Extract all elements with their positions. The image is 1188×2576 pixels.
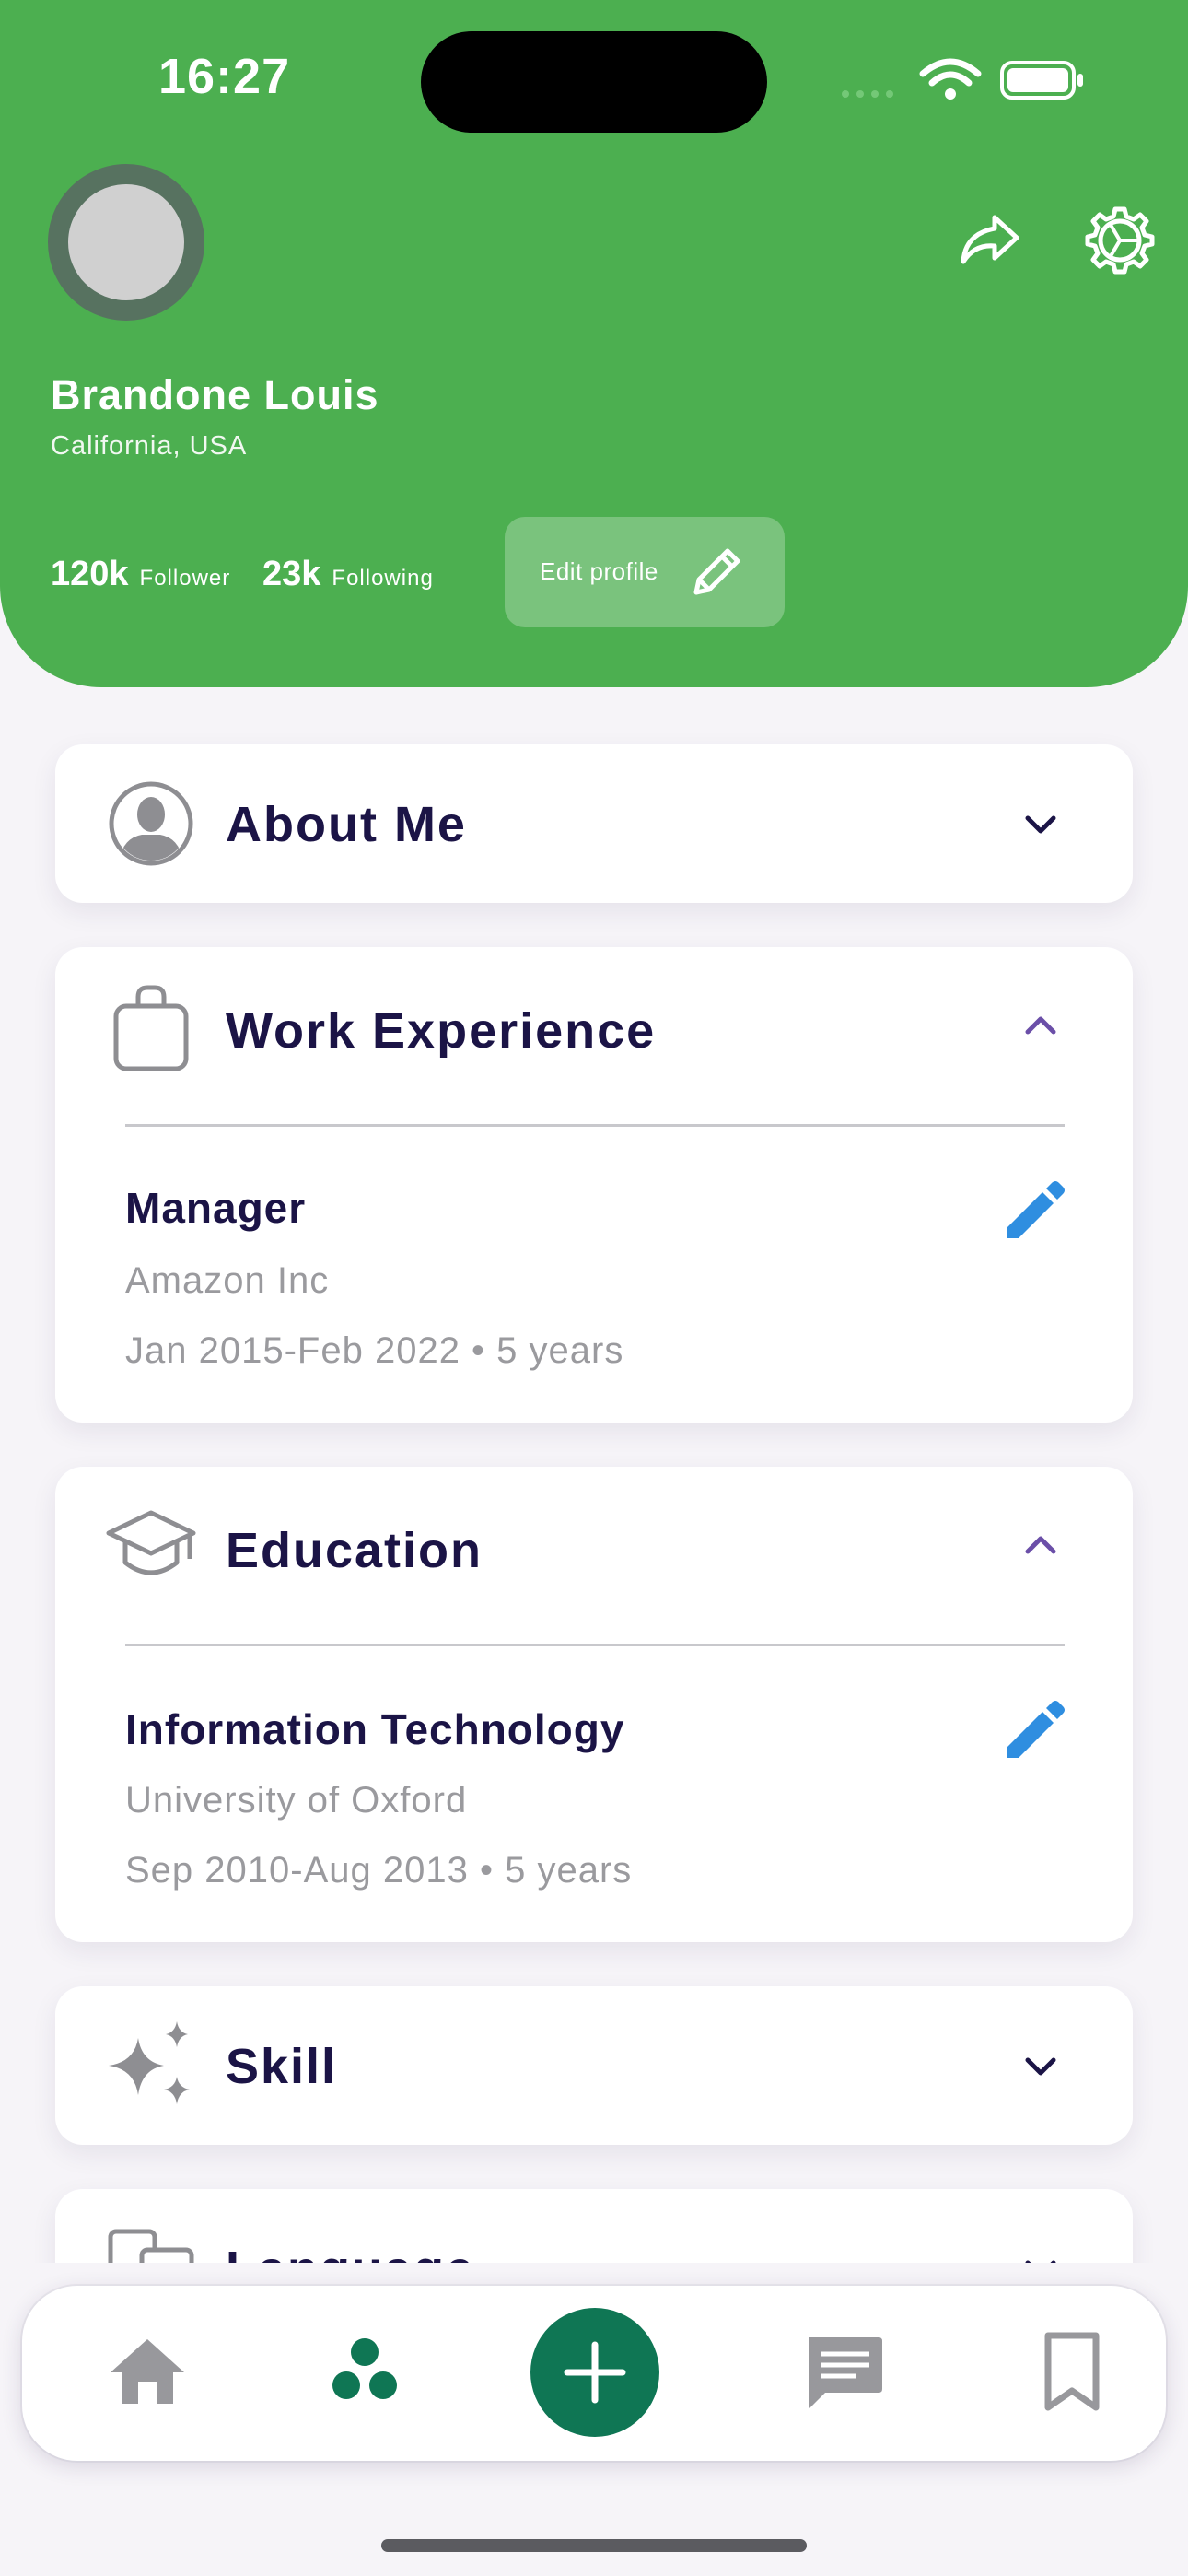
chevron-up-icon[interactable] (1013, 999, 1068, 1054)
add-icon (564, 2341, 626, 2404)
community-icon[interactable] (319, 2324, 411, 2417)
edit-profile-button[interactable]: Edit profile (505, 517, 785, 627)
work-experience-card: Work Experience Manager Amazon Inc Jan 2… (55, 947, 1133, 1423)
chevron-up-icon[interactable] (1013, 1518, 1068, 1574)
skill-card[interactable]: Skill (55, 1986, 1133, 2145)
followers-count: 120k (51, 555, 129, 593)
edit-work-icon[interactable] (996, 1176, 1070, 1249)
profile-location: California, USA (51, 431, 248, 461)
person-icon (109, 781, 193, 866)
study-period: Sep 2010-Aug 2013 • 5 years (125, 1850, 633, 1891)
edit-education-icon[interactable] (996, 1695, 1070, 1769)
school-name: University of Oxford (125, 1780, 468, 1821)
dynamic-island (421, 31, 767, 133)
job-period: Jan 2015-Feb 2022 • 5 years (125, 1330, 624, 1371)
education-card: Education Information Technology Univers… (55, 1467, 1133, 1942)
profile-name: Brandone Louis (51, 371, 379, 418)
divider (125, 1644, 1065, 1646)
followers-stat[interactable]: 120k Follower (51, 555, 230, 594)
status-icons (842, 58, 1083, 100)
education-title: Education (226, 1523, 483, 1578)
company-name: Amazon Inc (125, 1260, 330, 1301)
status-time: 16:27 (158, 49, 291, 104)
chevron-down-icon[interactable] (1013, 2038, 1068, 2093)
sparkle-icon (109, 2021, 190, 2104)
avatar[interactable] (48, 164, 204, 321)
skill-title: Skill (226, 2039, 338, 2094)
chevron-down-icon[interactable] (1013, 796, 1068, 851)
edit-profile-label: Edit profile (540, 557, 658, 585)
following-count: 23k (262, 555, 321, 593)
degree-field: Information Technology (125, 1705, 625, 1753)
briefcase-icon (113, 985, 189, 1071)
followers-label: Follower (139, 566, 231, 591)
following-label: Following (332, 566, 434, 591)
profile-header: 16:27 Brandone Louis California, USA 120… (0, 0, 1188, 687)
work-experience-title: Work Experience (226, 1003, 657, 1059)
following-stat[interactable]: 23k Following (262, 555, 434, 594)
home-icon[interactable] (101, 2324, 193, 2417)
settings-icon[interactable] (1085, 205, 1155, 275)
graduation-cap-icon (106, 1510, 196, 1575)
share-icon[interactable] (954, 205, 1024, 275)
about-me-title: About Me (226, 797, 467, 852)
about-me-card[interactable]: About Me (55, 744, 1133, 903)
add-button[interactable] (530, 2308, 659, 2437)
bookmark-icon[interactable] (1026, 2324, 1118, 2417)
divider (125, 1124, 1065, 1127)
bottom-nav (22, 2286, 1166, 2461)
chat-icon[interactable] (798, 2324, 890, 2417)
job-title: Manager (125, 1184, 307, 1232)
home-indicator (381, 2539, 807, 2552)
pencil-icon (693, 548, 740, 595)
